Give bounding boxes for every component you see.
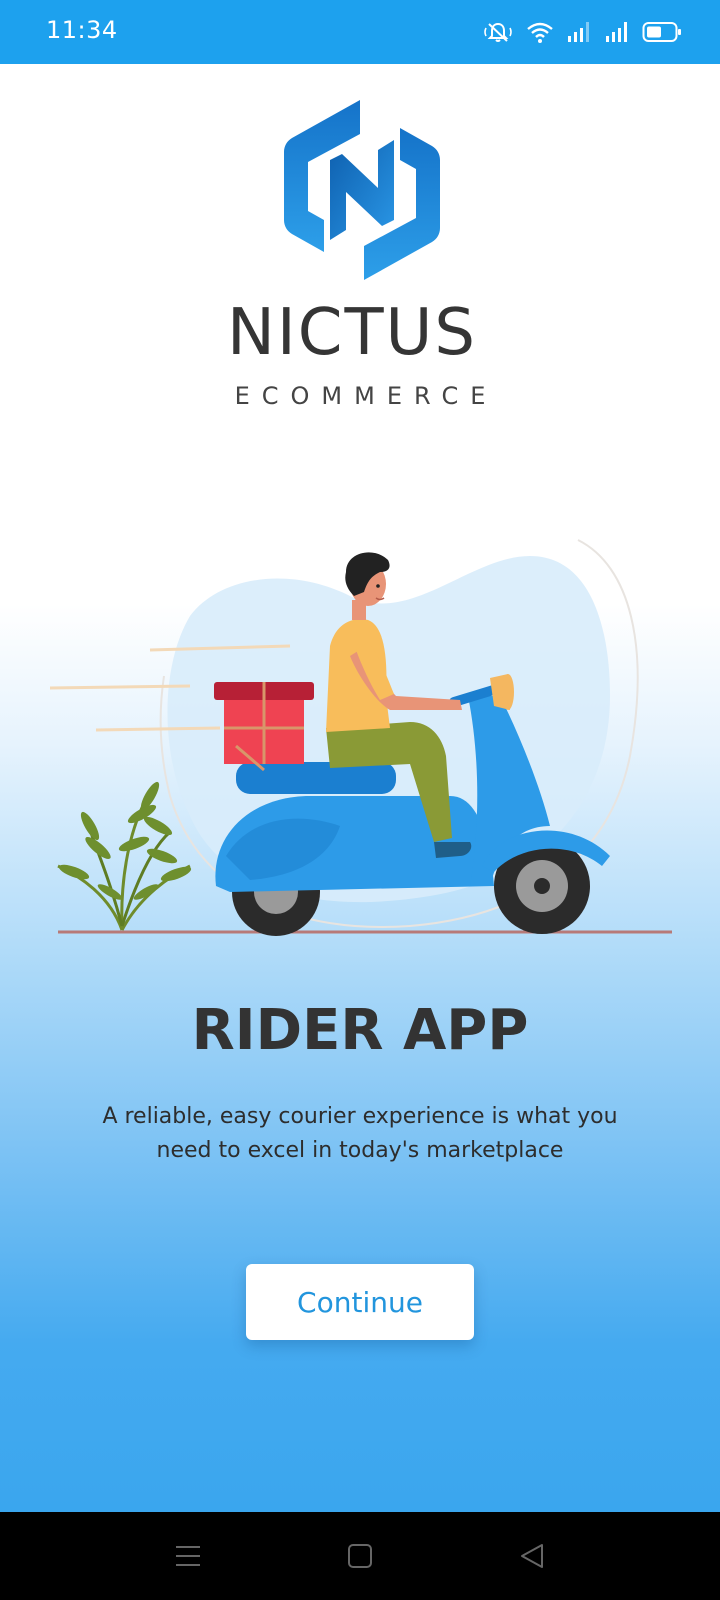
battery-icon xyxy=(642,20,682,44)
wifi-icon xyxy=(526,20,554,44)
delivery-box-icon xyxy=(214,682,314,772)
mute-icon xyxy=(482,20,514,44)
status-time: 11:34 xyxy=(46,16,118,44)
back-icon xyxy=(521,1544,543,1568)
back-button[interactable] xyxy=(510,1534,554,1578)
brand-subtitle: ECOMMERCE xyxy=(234,382,498,410)
speed-line xyxy=(50,684,191,690)
signal-icon xyxy=(604,20,630,44)
nictus-logo-icon xyxy=(284,100,440,280)
continue-button[interactable]: Continue xyxy=(246,1264,474,1340)
page-title: RIDER APP xyxy=(191,998,529,1063)
menu-icon xyxy=(176,1546,200,1566)
signal-icon xyxy=(566,20,592,44)
menu-button[interactable] xyxy=(166,1534,210,1578)
speed-line xyxy=(95,726,221,732)
status-icons xyxy=(482,18,682,46)
home-button[interactable] xyxy=(338,1534,382,1578)
brand-name: NICTUS xyxy=(227,296,477,370)
delivery-rider-illustration xyxy=(50,539,672,936)
splash-screen: NICTUS ECOMMERCE RIDER APP A reliable, e… xyxy=(0,64,720,1512)
home-icon xyxy=(348,1544,372,1568)
navigation-bar xyxy=(0,1512,720,1600)
tagline-text: A reliable, easy courier experience is w… xyxy=(102,1104,618,1163)
status-bar: 11:34 xyxy=(0,0,720,64)
